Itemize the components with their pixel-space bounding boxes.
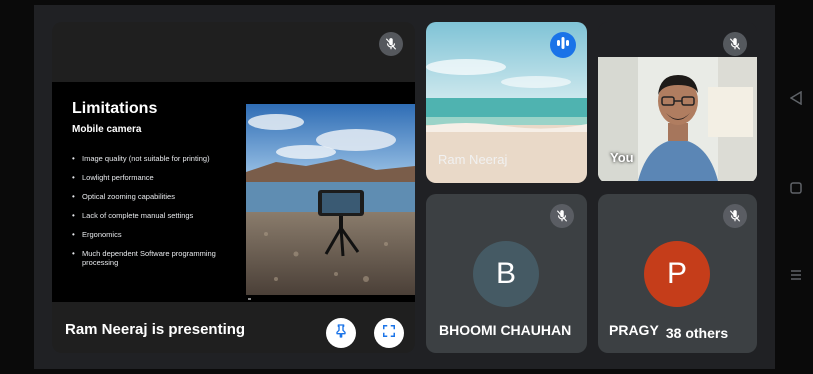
audio-level-icon: [556, 36, 570, 54]
slide-bullet: Ergonomics: [72, 230, 232, 239]
shared-slide: Limitations Mobile camera Image quality …: [52, 82, 415, 302]
participant-tile-bhoomi-chauhan[interactable]: B BHOOMI CHAUHAN: [426, 194, 587, 353]
pin-button[interactable]: [326, 318, 356, 348]
slide-title: Limitations: [72, 100, 158, 117]
presenter-mic-off-icon: [379, 32, 403, 56]
others-button[interactable]: 38 others: [657, 317, 737, 349]
avatar: P: [644, 241, 710, 307]
speaking-indicator: [550, 32, 576, 58]
home-icon[interactable]: [790, 181, 802, 199]
presentation-tile[interactable]: Limitations Mobile camera Image quality …: [52, 22, 415, 353]
bhoomi-mic-off-icon: [550, 204, 574, 228]
slide-bullet: Image quality (not suitable for printing…: [72, 154, 232, 163]
fullscreen-icon: [382, 324, 396, 343]
slide-bullet: Much dependent Software programming proc…: [72, 249, 232, 267]
participant-tile-ram-neeraj[interactable]: Ram Neeraj: [426, 22, 587, 183]
fullscreen-button[interactable]: [374, 318, 404, 348]
slide-bullet: Optical zooming capabilities: [72, 192, 232, 201]
presenting-label: Ram Neeraj is presenting: [65, 321, 246, 338]
slide-subtitle: Mobile camera: [72, 124, 142, 135]
pin-icon: [333, 323, 349, 344]
you-mic-off-icon: [723, 32, 747, 56]
slide-bullet-list: Image quality (not suitable for printing…: [70, 154, 232, 277]
participant-name: You: [610, 150, 634, 165]
participant-tile-you[interactable]: You: [598, 22, 757, 183]
slide-photo: [246, 104, 415, 295]
participant-name: BHOOMI CHAUHAN: [439, 322, 572, 338]
pragya-mic-off-icon: [723, 204, 747, 228]
slide-bullet: Lowlight performance: [72, 173, 232, 182]
slide-indicator: [248, 298, 251, 300]
participant-name: Ram Neeraj: [438, 152, 508, 167]
back-icon[interactable]: [789, 90, 802, 110]
android-navigation-bar: [775, 0, 813, 374]
slide-bullet: Lack of complete manual settings: [72, 211, 232, 220]
recent-apps-icon[interactable]: [790, 268, 802, 286]
meet-screen: Limitations Mobile camera Image quality …: [34, 5, 775, 369]
avatar: B: [473, 241, 539, 307]
